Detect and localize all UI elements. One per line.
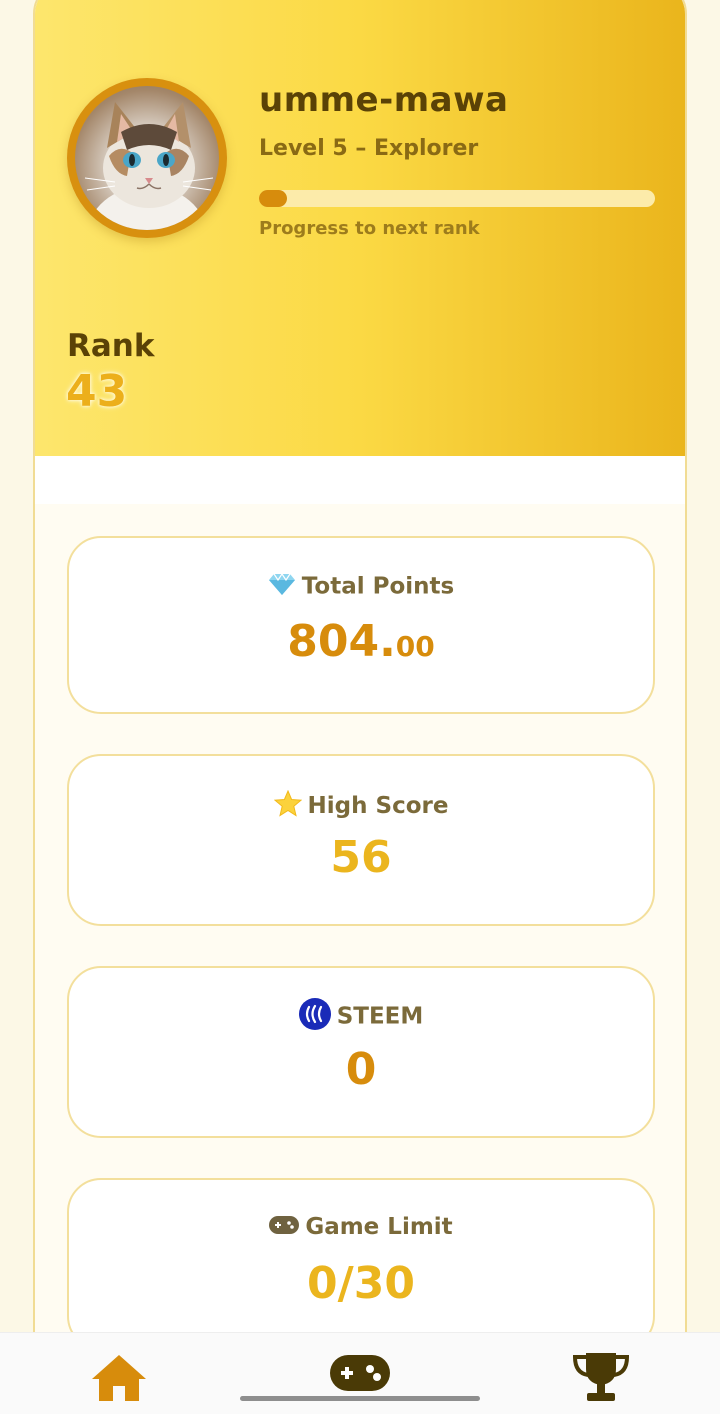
high-score-value: 56: [330, 832, 392, 883]
total-points-label: Total Points: [301, 573, 455, 600]
profile-card: umme-mawa Level 5 – Explorer Progress to…: [33, 0, 687, 1414]
rank-label: Rank: [67, 328, 155, 364]
profile-header: umme-mawa Level 5 – Explorer Progress to…: [35, 0, 685, 456]
steem-icon: [298, 998, 331, 1036]
home-icon: [92, 1355, 146, 1401]
game-limit-value: 0/30: [307, 1258, 415, 1309]
steem-label: STEEM: [336, 1003, 424, 1030]
nav-games-button[interactable]: [330, 1355, 390, 1395]
total-points-card: Total Points 804.00: [67, 536, 655, 714]
game-limit-card: Game Limit 0/30: [67, 1178, 655, 1350]
rank-value: 43: [66, 366, 128, 417]
high-score-label: High Score: [307, 793, 449, 819]
avatar[interactable]: [75, 86, 219, 230]
level-label: Level 5 – Explorer: [259, 136, 479, 161]
total-points-title: Total Points: [69, 572, 653, 602]
nav-home-button[interactable]: [90, 1353, 148, 1407]
high-score-card: High Score 56: [67, 754, 655, 926]
trophy-icon: [572, 1353, 630, 1401]
gem-icon: [268, 572, 296, 602]
avatar-ring: [67, 78, 227, 238]
rank-progress-fill: [259, 190, 287, 207]
total-points-decimals: 00: [395, 630, 435, 663]
profile-screen: umme-mawa Level 5 – Explorer Progress to…: [0, 0, 720, 1414]
total-points-value: 804.00: [69, 616, 653, 667]
progress-caption: Progress to next rank: [259, 218, 480, 239]
steem-value: 0: [345, 1044, 377, 1095]
gamepad-icon: [269, 1215, 300, 1241]
username: umme-mawa: [259, 80, 509, 120]
star-icon: [273, 789, 302, 823]
high-score-title: High Score: [69, 789, 653, 823]
nav-leaderboard-button[interactable]: [572, 1351, 630, 1407]
game-limit-title: Game Limit: [69, 1214, 653, 1241]
rank-progress-bar: [259, 190, 655, 207]
cat-avatar-image: [84, 102, 214, 230]
home-indicator[interactable]: [240, 1396, 480, 1401]
bottom-nav: [0, 1332, 720, 1414]
steem-title: STEEM: [69, 998, 653, 1036]
total-points-integer: 804.: [287, 616, 396, 667]
header-spacer: [35, 456, 685, 504]
game-limit-label: Game Limit: [305, 1214, 453, 1240]
steem-card: STEEM 0: [67, 966, 655, 1138]
gamepad-icon: [330, 1355, 390, 1391]
